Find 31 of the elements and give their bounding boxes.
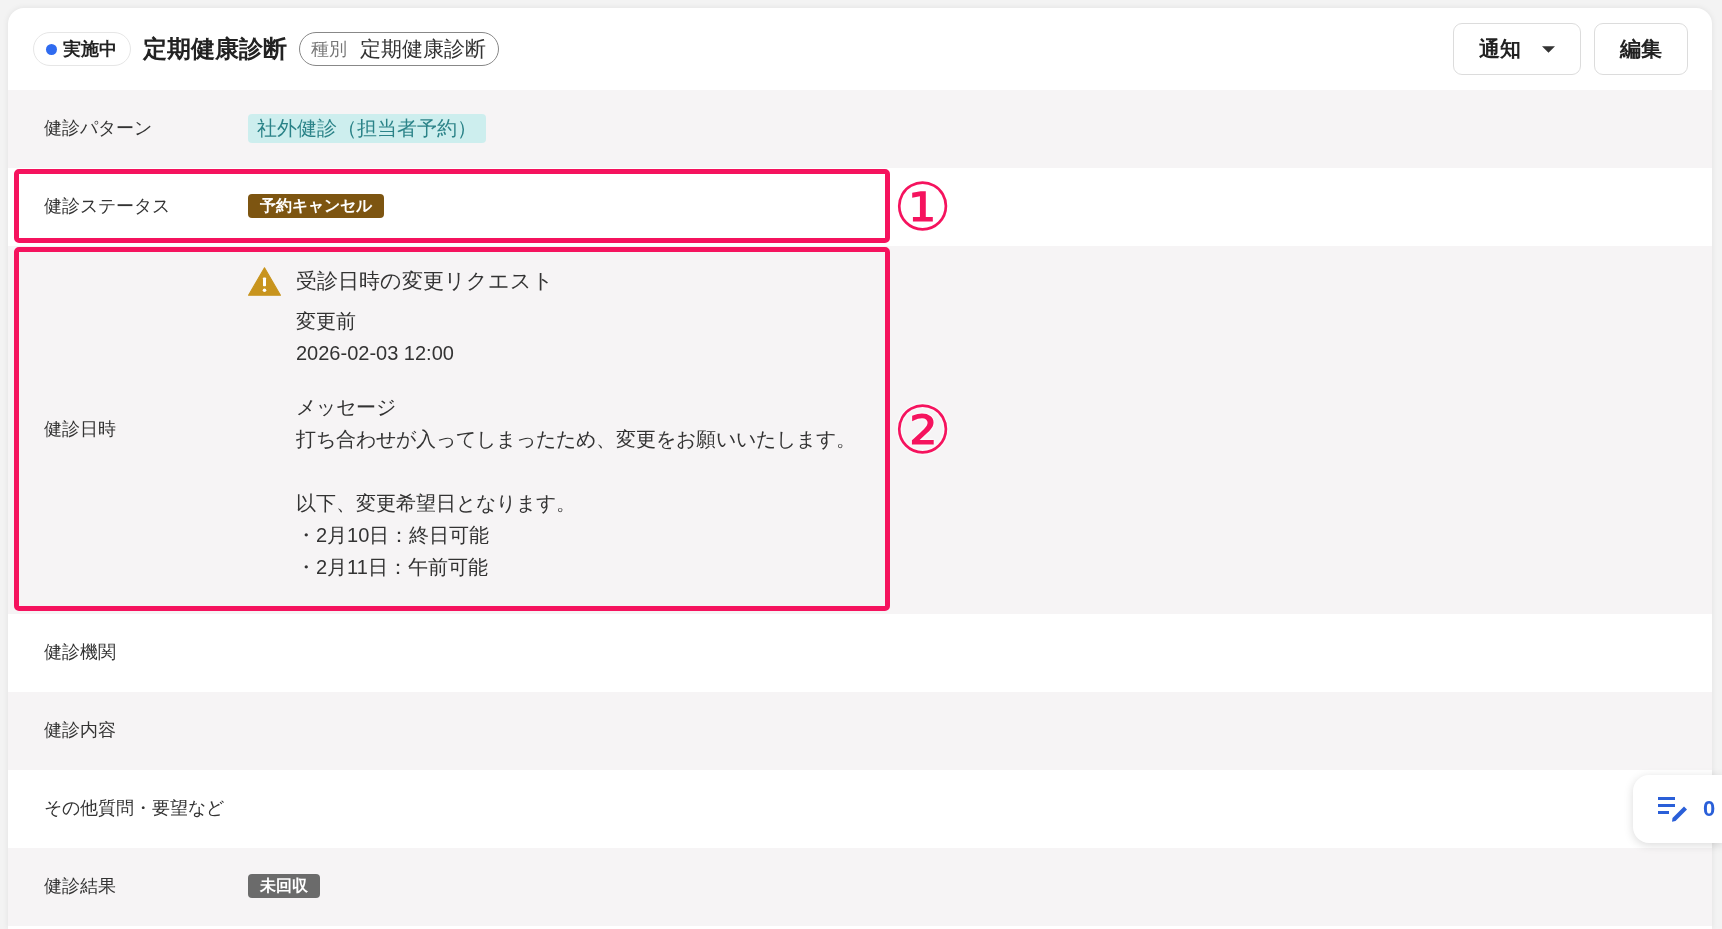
message-line: ・2月10日：終日可能 xyxy=(296,523,490,548)
annotation-number: ② xyxy=(893,397,953,463)
field-label: 健診内容 xyxy=(44,719,117,742)
memo-count-button[interactable]: 0 xyxy=(1633,775,1722,843)
notify-dropdown-button[interactable]: 通知 xyxy=(1453,23,1581,75)
status-dot-icon xyxy=(46,43,57,55)
value-tag: 社外健診（担当者予約） xyxy=(248,113,486,143)
message-line: 以下、変更希望日となります。 xyxy=(296,491,576,516)
status-label: 実施中 xyxy=(63,38,117,61)
message-line: 打ち合わせが入ってしまったため、変更をお願いいたします。 xyxy=(296,427,856,452)
field-label: 健診日時 xyxy=(44,418,117,441)
message-label: メッセージ xyxy=(296,395,396,420)
field-label: 健診結果 xyxy=(44,875,117,898)
before-value: 2026-02-03 12:00 xyxy=(296,341,454,366)
request-title: 受診日時の変更リクエスト xyxy=(296,268,555,294)
status-badge: 未回収 xyxy=(248,874,320,898)
field-label: その他質問・要望など xyxy=(44,797,225,820)
page-title: 定期健康診断 xyxy=(143,34,287,64)
list-pencil-icon xyxy=(1658,796,1688,822)
annotation-number: ① xyxy=(893,174,953,240)
status-badge: 予約キャンセル xyxy=(248,194,384,218)
warning-icon xyxy=(248,266,281,296)
category-value: 定期健康診断 xyxy=(360,36,486,62)
field-label: 健診パターン xyxy=(44,117,153,140)
category-label: 種別 xyxy=(311,38,347,61)
field-label: 健診機関 xyxy=(44,641,117,664)
caret-icon xyxy=(1542,45,1555,53)
edit-button[interactable]: 編集 xyxy=(1594,23,1688,75)
field-label: 健診ステータス xyxy=(44,195,171,218)
before-label: 変更前 xyxy=(296,309,356,334)
message-line: ・2月11日：午前可能 xyxy=(296,555,488,580)
